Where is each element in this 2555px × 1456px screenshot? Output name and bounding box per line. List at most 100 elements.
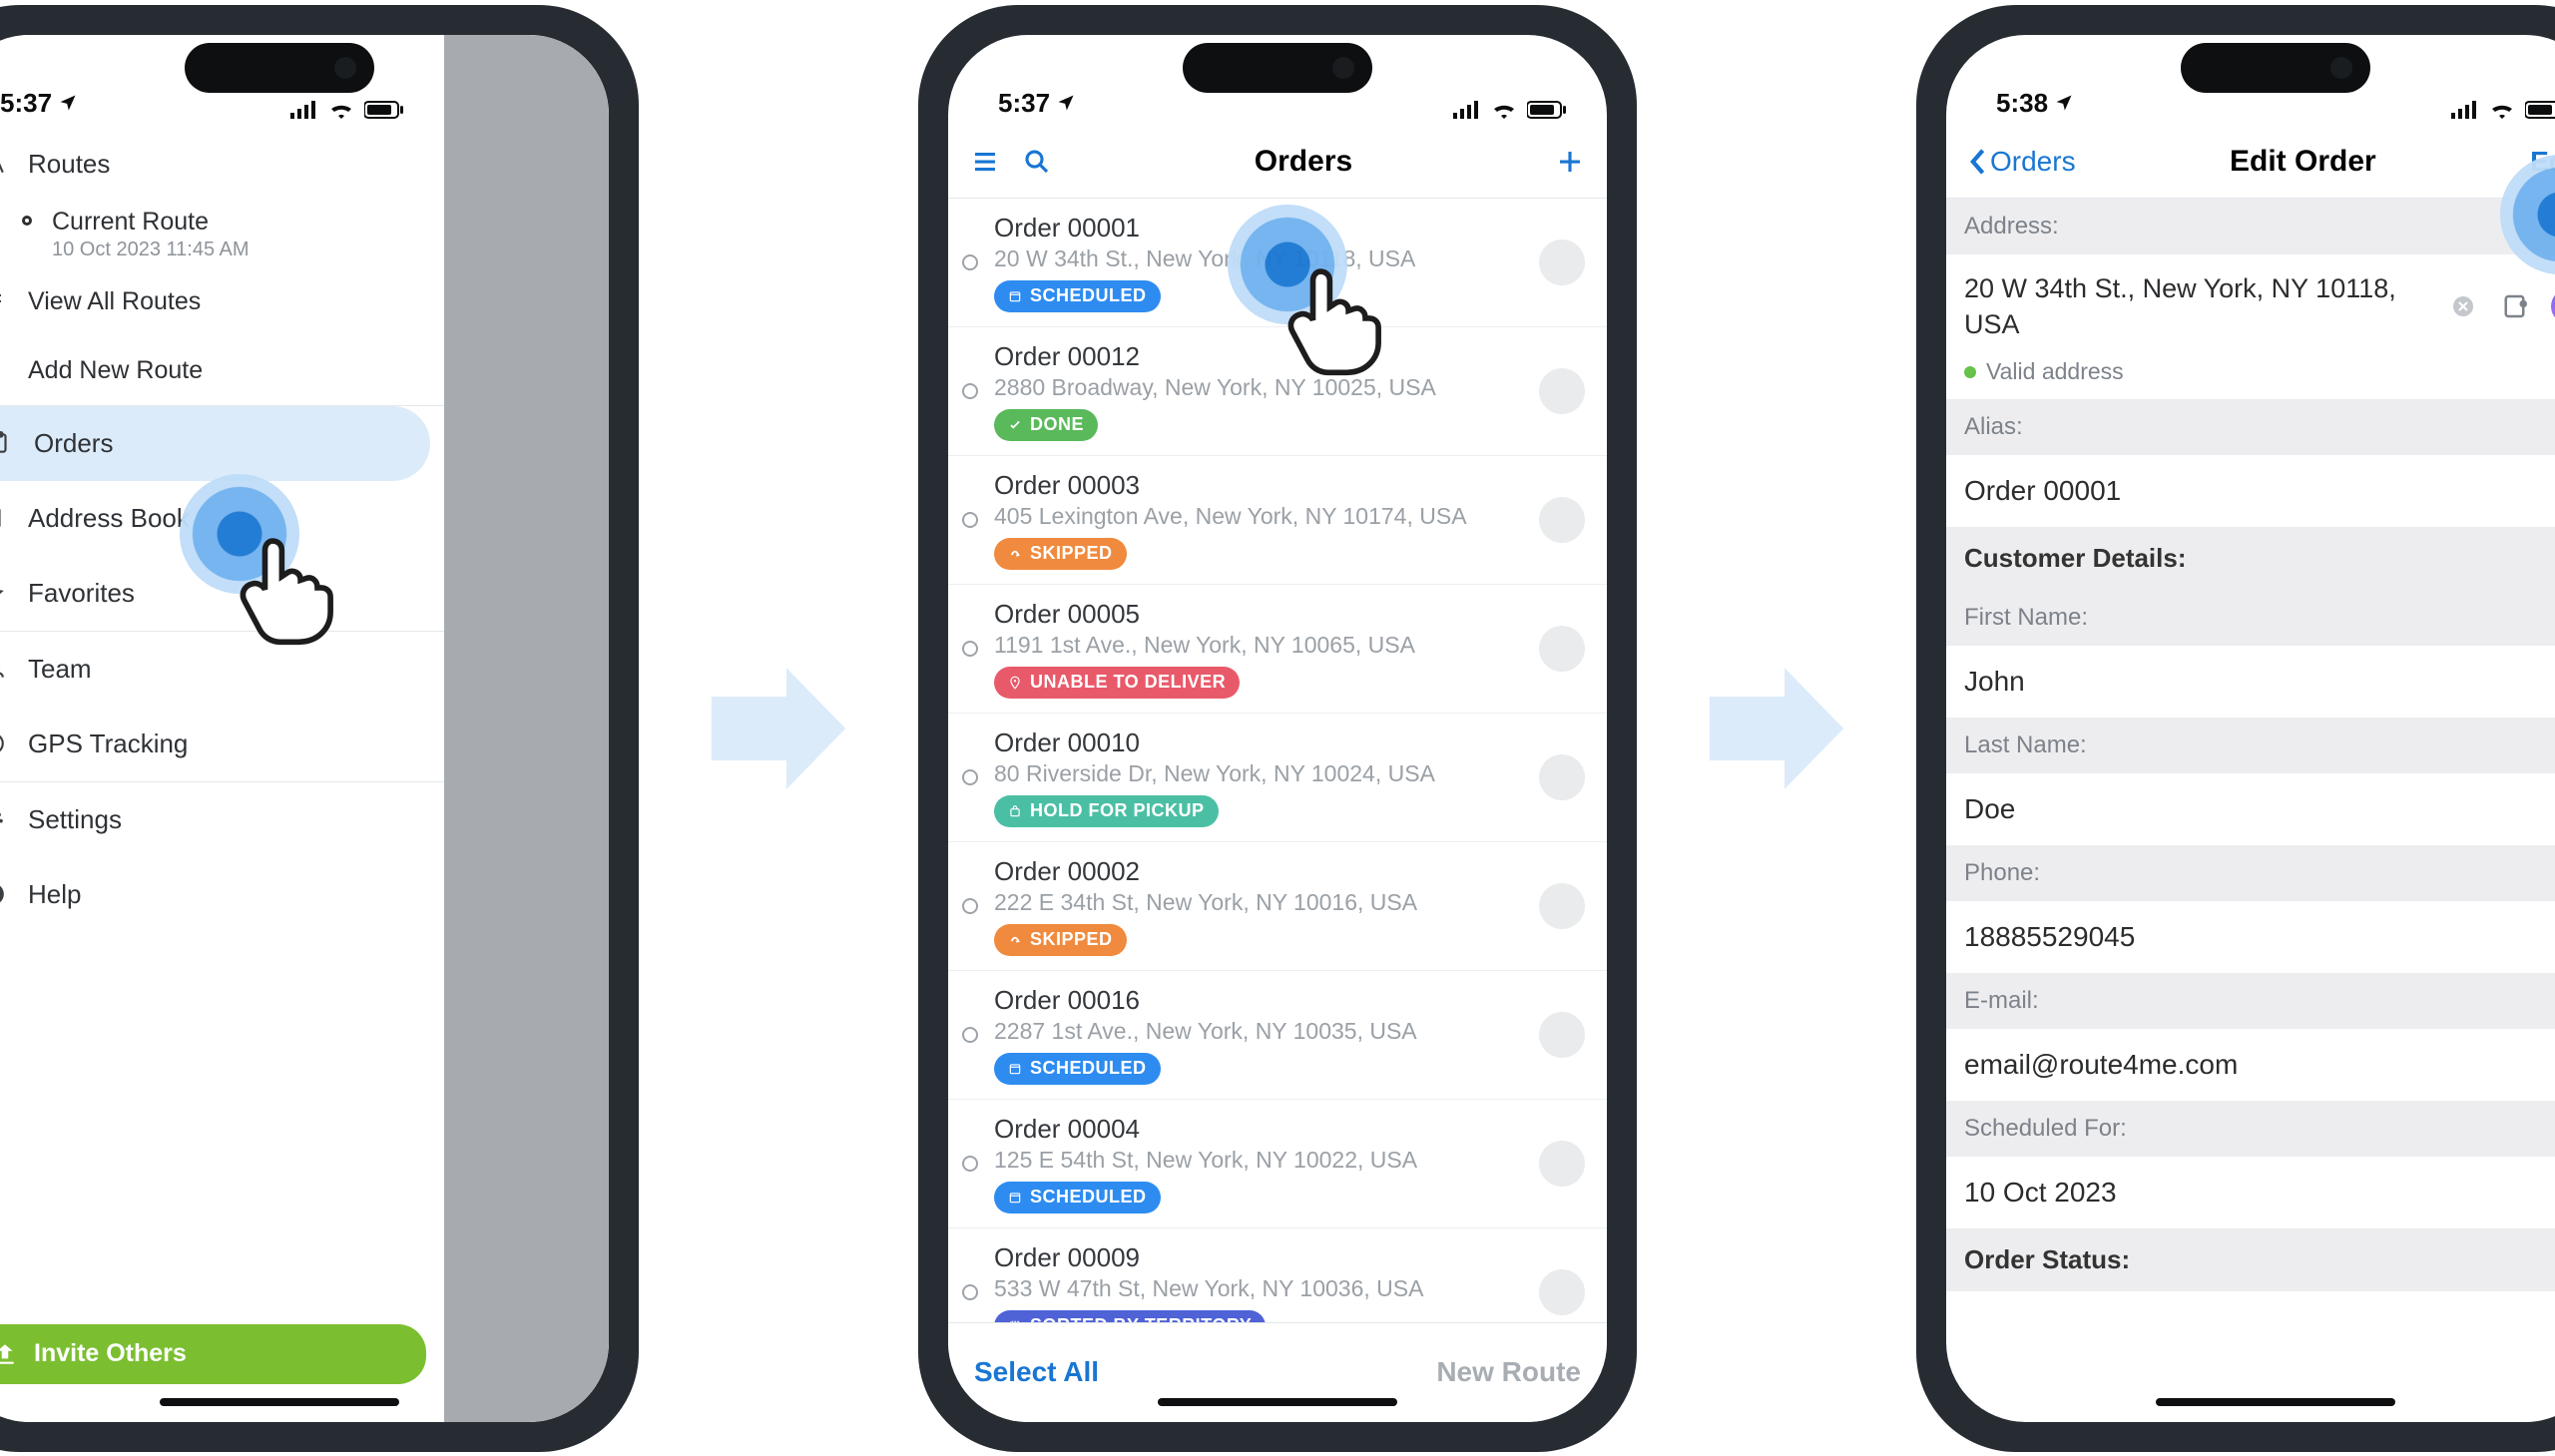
- clear-icon[interactable]: [2443, 286, 2483, 326]
- location-arrow-icon: [1056, 93, 1076, 113]
- address-value: 20 W 34th St., New York, NY 10118, USA: [1964, 270, 2429, 343]
- nav-view-all-routes[interactable]: View All Routes: [0, 267, 444, 336]
- radio-unfilled-icon: [22, 216, 32, 226]
- order-select-circle[interactable]: [962, 512, 978, 528]
- drawer-scrim[interactable]: [444, 35, 609, 1422]
- back-button[interactable]: Orders: [1968, 146, 2076, 178]
- section-customer-details: Customer Details:: [1946, 527, 2555, 590]
- order-select-circle[interactable]: [962, 641, 978, 657]
- invite-label: Invite Others: [34, 1339, 187, 1368]
- page-title: Orders: [1052, 145, 1555, 179]
- location-arrow-icon: [58, 93, 78, 113]
- status-right-icons: [1453, 101, 1567, 119]
- nav-add-route[interactable]: Add New Route: [0, 336, 444, 405]
- alias-value[interactable]: Order 00001: [1946, 455, 2555, 527]
- edit-order-topbar: Orders Edit Order Edit: [1946, 127, 2555, 199]
- order-row[interactable]: Order 000051191 1st Ave., New York, NY 1…: [948, 585, 1607, 714]
- order-avatar: [1539, 626, 1585, 672]
- nav-address-book[interactable]: Address Book: [0, 481, 444, 556]
- device-notch: [2181, 43, 2370, 93]
- status-pill: SORTED BY TERRITORY: [994, 1310, 1266, 1322]
- order-row[interactable]: Order 00002222 E 34th St, New York, NY 1…: [948, 842, 1607, 971]
- order-row[interactable]: Order 00003405 Lexington Ave, New York, …: [948, 456, 1607, 585]
- invite-others-button[interactable]: Invite Others: [0, 1324, 426, 1384]
- order-address: 80 Riverside Dr, New York, NY 10024, USA: [994, 760, 1523, 787]
- edit-order-scroll[interactable]: Address: 20 W 34th St., New York, NY 101…: [1946, 199, 2555, 1422]
- order-select-circle[interactable]: [962, 254, 978, 270]
- order-avatar: [1539, 754, 1585, 800]
- order-address: 125 E 54th St, New York, NY 10022, USA: [994, 1147, 1523, 1174]
- orders-topbar: Orders: [948, 127, 1607, 199]
- nav-current-route[interactable]: Current Route 10 Oct 2023 11:45 AM: [0, 202, 444, 267]
- order-row[interactable]: Order 00009533 W 47th St, New York, NY 1…: [948, 1228, 1607, 1322]
- nav-orders[interactable]: Orders: [0, 406, 430, 481]
- nav-routes[interactable]: Routes: [0, 127, 444, 202]
- device-notch: [1183, 43, 1372, 93]
- label-alias: Alias:: [1946, 399, 2555, 455]
- email-value[interactable]: email@route4me.com: [1946, 1029, 2555, 1101]
- nav-label: Orders: [34, 428, 113, 459]
- order-name: Order 00002: [994, 856, 1523, 887]
- status-time: 5:37: [0, 88, 52, 119]
- nav-help[interactable]: ? Help: [0, 857, 444, 932]
- status-right-icons: [290, 101, 404, 119]
- routes-icon: [0, 151, 8, 177]
- nav-favorites[interactable]: Favorites: [0, 556, 444, 631]
- phone-value[interactable]: 18885529045: [1946, 901, 2555, 973]
- home-indicator: [160, 1398, 399, 1406]
- order-select-circle[interactable]: [962, 1284, 978, 1300]
- invite-icon: [0, 1341, 18, 1367]
- list-icon: [0, 289, 8, 313]
- order-address: 405 Lexington Ave, New York, NY 10174, U…: [994, 503, 1523, 530]
- scheduled-for-row[interactable]: 10 Oct 2023: [1946, 1157, 2555, 1228]
- new-route-button[interactable]: New Route: [1436, 1356, 1581, 1388]
- phone-frame-2: 5:37: [918, 5, 1637, 1452]
- orders-list[interactable]: Order 0000120 W 34th St., New York, NY 1…: [948, 199, 1607, 1322]
- order-avatar: [1539, 240, 1585, 285]
- nav-team[interactable]: Team: [0, 632, 444, 707]
- order-address: 2880 Broadway, New York, NY 10025, USA: [994, 374, 1523, 401]
- nav-settings[interactable]: Settings: [0, 782, 444, 857]
- menu-icon[interactable]: [970, 147, 1000, 177]
- order-name: Order 00005: [994, 599, 1523, 630]
- add-icon[interactable]: [1555, 147, 1585, 177]
- edit-button[interactable]: Edit: [2530, 146, 2555, 178]
- device-notch: [185, 43, 374, 93]
- order-avatar: [1539, 1269, 1585, 1315]
- order-select-circle[interactable]: [962, 1156, 978, 1172]
- map-pin-icon[interactable]: [2497, 286, 2537, 326]
- location-arrow-icon: [2054, 93, 2074, 113]
- order-row[interactable]: Order 0001080 Riverside Dr, New York, NY…: [948, 714, 1607, 842]
- order-name: Order 00004: [994, 1114, 1523, 1145]
- flow-arrow-icon: [1697, 649, 1856, 808]
- scheduled-for-value: 10 Oct 2023: [1964, 1177, 2117, 1209]
- nav-label: GPS Tracking: [28, 728, 188, 759]
- color-swatch[interactable]: [2551, 288, 2555, 324]
- order-select-circle[interactable]: [962, 898, 978, 914]
- order-avatar: [1539, 883, 1585, 929]
- current-route-title: Current Route: [52, 208, 250, 237]
- search-icon[interactable]: [1022, 147, 1052, 177]
- order-row[interactable]: Order 000162287 1st Ave., New York, NY 1…: [948, 971, 1607, 1100]
- order-select-circle[interactable]: [962, 769, 978, 785]
- order-row[interactable]: Order 000122880 Broadway, New York, NY 1…: [948, 327, 1607, 456]
- status-pill: HOLD FOR PICKUP: [994, 795, 1219, 827]
- order-name: Order 00010: [994, 728, 1523, 758]
- nav-gps-tracking[interactable]: GPS Tracking: [0, 707, 444, 781]
- first-name-value[interactable]: John: [1946, 646, 2555, 718]
- order-row[interactable]: Order 0000120 W 34th St., New York, NY 1…: [948, 199, 1607, 327]
- phone-frame-3: 5:38 Orders Edit Order Edit: [1916, 5, 2555, 1452]
- label-scheduled-for: Scheduled For:: [1946, 1101, 2555, 1157]
- order-select-circle[interactable]: [962, 1027, 978, 1043]
- team-icon: [0, 656, 8, 682]
- orders-bottombar: Select All New Route: [948, 1322, 1607, 1422]
- last-name-value[interactable]: Doe: [1946, 773, 2555, 845]
- status-pill: DONE: [994, 409, 1098, 441]
- select-all-button[interactable]: Select All: [974, 1356, 1099, 1388]
- order-row[interactable]: Order 00004125 E 54th St, New York, NY 1…: [948, 1100, 1607, 1228]
- order-avatar: [1539, 368, 1585, 414]
- flow-arrow-icon: [699, 649, 858, 808]
- order-select-circle[interactable]: [962, 383, 978, 399]
- nav-label: Add New Route: [28, 356, 203, 385]
- nav-label: Help: [28, 879, 81, 910]
